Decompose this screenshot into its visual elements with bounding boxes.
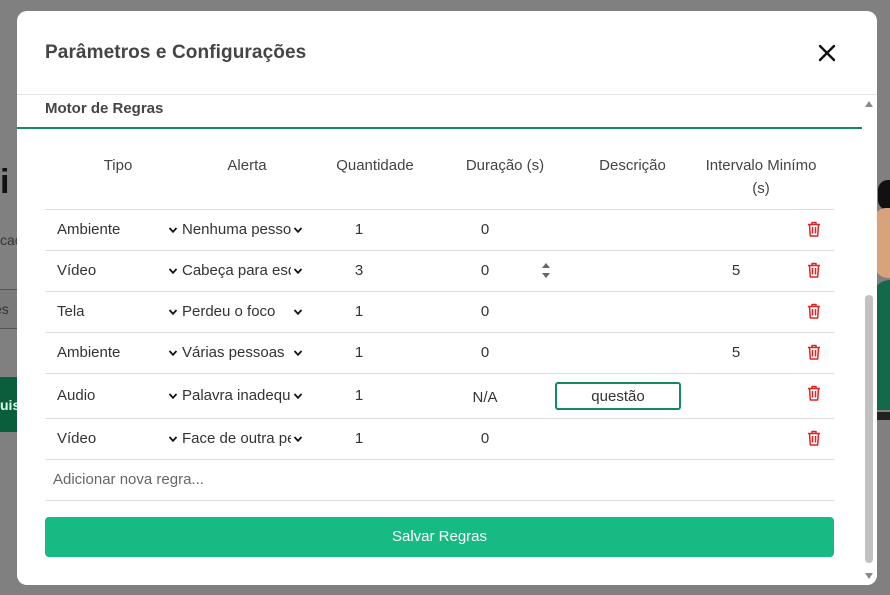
delete-rule-button[interactable] [807,385,821,401]
duracao-value[interactable]: 0 [460,430,510,447]
table-row: Tela Perdeu o foco 1 0 [45,292,834,333]
tipo-value: Ambiente [57,344,121,361]
tipo-value: Vídeo [57,262,97,279]
chevron-down-icon [293,226,303,233]
duracao-value[interactable]: 0 [460,303,510,320]
tipo-select[interactable]: Vídeo [57,262,178,279]
alerta-value: Nenhuma pessoa [182,221,291,238]
alerta-value: Cabeça para esquerda [182,262,291,279]
trash-icon [808,262,820,278]
table-row: Audio Palavra inadequada 1 N/A [45,374,834,419]
trash-icon [808,221,820,237]
quantidade-value[interactable]: 1 [334,344,384,361]
increment-arrow-icon[interactable] [542,263,550,268]
tipo-select[interactable]: Audio [57,387,178,404]
chevron-down-icon [168,267,178,274]
decrement-arrow-icon[interactable] [542,273,550,278]
quantidade-value[interactable]: 1 [334,387,384,404]
quantidade-value[interactable]: 1 [334,303,384,320]
alerta-select[interactable]: Nenhuma pessoa [182,221,303,238]
tipo-select[interactable]: Ambiente [57,221,178,238]
alerta-value: Perdeu o foco [182,303,276,320]
intervalo-value[interactable]: 5 [711,344,761,361]
duracao-value: N/A [472,389,498,406]
modal-body: Motor de Regras Tipo Alerta Quantidade D… [17,96,877,585]
modal-header: Parâmetros e Configurações [17,11,877,95]
section-title: Motor de Regras [45,100,164,117]
duracao-spinner[interactable] [540,259,552,283]
delete-rule-button[interactable] [807,262,821,278]
quantidade-value[interactable]: 3 [334,262,384,279]
duracao-value[interactable]: 0 [460,262,510,279]
tipo-value: Vídeo [57,430,97,447]
alerta-select[interactable]: Cabeça para esquerda [182,262,303,279]
alerta-select[interactable]: Várias pessoas [182,344,303,361]
tipo-select[interactable]: Tela [57,303,178,320]
chevron-down-icon [293,349,303,356]
delete-rule-button[interactable] [807,221,821,237]
delete-rule-button[interactable] [807,344,821,360]
alerta-select[interactable]: Face de outra pessoa [182,430,303,447]
column-header-tipo: Tipo [103,157,133,174]
save-rules-button[interactable]: Salvar Regras [45,517,834,557]
add-rule-input[interactable] [53,471,453,488]
tipo-value: Ambiente [57,221,121,238]
chevron-down-icon [168,435,178,442]
column-header-duracao: Duração (s) [465,157,545,174]
chevron-down-icon [168,349,178,356]
trash-icon [808,385,820,401]
column-header-quantidade: Quantidade [336,157,414,174]
close-icon [818,44,836,62]
descricao-input[interactable] [555,382,681,410]
duracao-value[interactable]: 0 [460,221,510,238]
chevron-down-icon [168,226,178,233]
tipo-value: Tela [57,303,85,320]
intervalo-value[interactable]: 5 [711,262,761,279]
alerta-select[interactable]: Palavra inadequada [182,387,303,404]
table-row: Vídeo Face de outra pessoa 1 0 [45,419,834,460]
chevron-down-icon [168,392,178,399]
chevron-down-icon [293,267,303,274]
scroll-up-arrow-icon[interactable] [865,101,873,107]
settings-modal: Parâmetros e Configurações Motor de Regr… [17,11,877,585]
close-button[interactable] [815,41,839,65]
tipo-select[interactable]: Vídeo [57,430,178,447]
background-title-fragment: i [0,163,10,201]
delete-rule-button[interactable] [807,430,821,446]
trash-icon [808,430,820,446]
quantidade-value[interactable]: 1 [334,221,384,238]
rules-table: Tipo Alerta Quantidade Duração (s) Descr… [45,146,834,501]
trash-icon [808,344,820,360]
delete-rule-button[interactable] [807,303,821,319]
table-row: Ambiente Nenhuma pessoa 1 0 [45,210,834,251]
alerta-select[interactable]: Perdeu o foco [182,303,303,320]
column-header-descricao: Descrição [599,157,666,174]
chevron-down-icon [168,308,178,315]
tipo-value: Audio [57,387,96,404]
scroll-thumb[interactable] [865,295,873,563]
column-header-intervalo: Intervalo Minímo (s) [705,157,817,197]
scrollbar[interactable] [862,96,877,585]
alerta-value: Várias pessoas [182,344,285,361]
modal-title: Parâmetros e Configurações [45,42,307,63]
table-row: Ambiente Várias pessoas 1 0 5 [45,333,834,374]
table-row: Vídeo Cabeça para esquerda 3 0 5 [45,251,834,292]
duracao-value[interactable]: 0 [460,344,510,361]
alerta-value: Face de outra pessoa [182,430,291,447]
column-header-alerta: Alerta [227,157,267,174]
trash-icon [808,303,820,319]
scroll-down-arrow-icon[interactable] [865,573,873,579]
add-rule-row [45,460,834,501]
chevron-down-icon [293,435,303,442]
chevron-down-icon [293,392,303,399]
background-input-fragment: es [0,289,18,329]
alerta-value: Palavra inadequada [182,387,291,404]
chevron-down-icon [293,308,303,315]
section-divider [17,127,862,129]
background-button-fragment: uis [0,377,17,432]
quantidade-value[interactable]: 1 [334,430,384,447]
tipo-select[interactable]: Ambiente [57,344,178,361]
table-header: Tipo Alerta Quantidade Duração (s) Descr… [45,146,834,210]
